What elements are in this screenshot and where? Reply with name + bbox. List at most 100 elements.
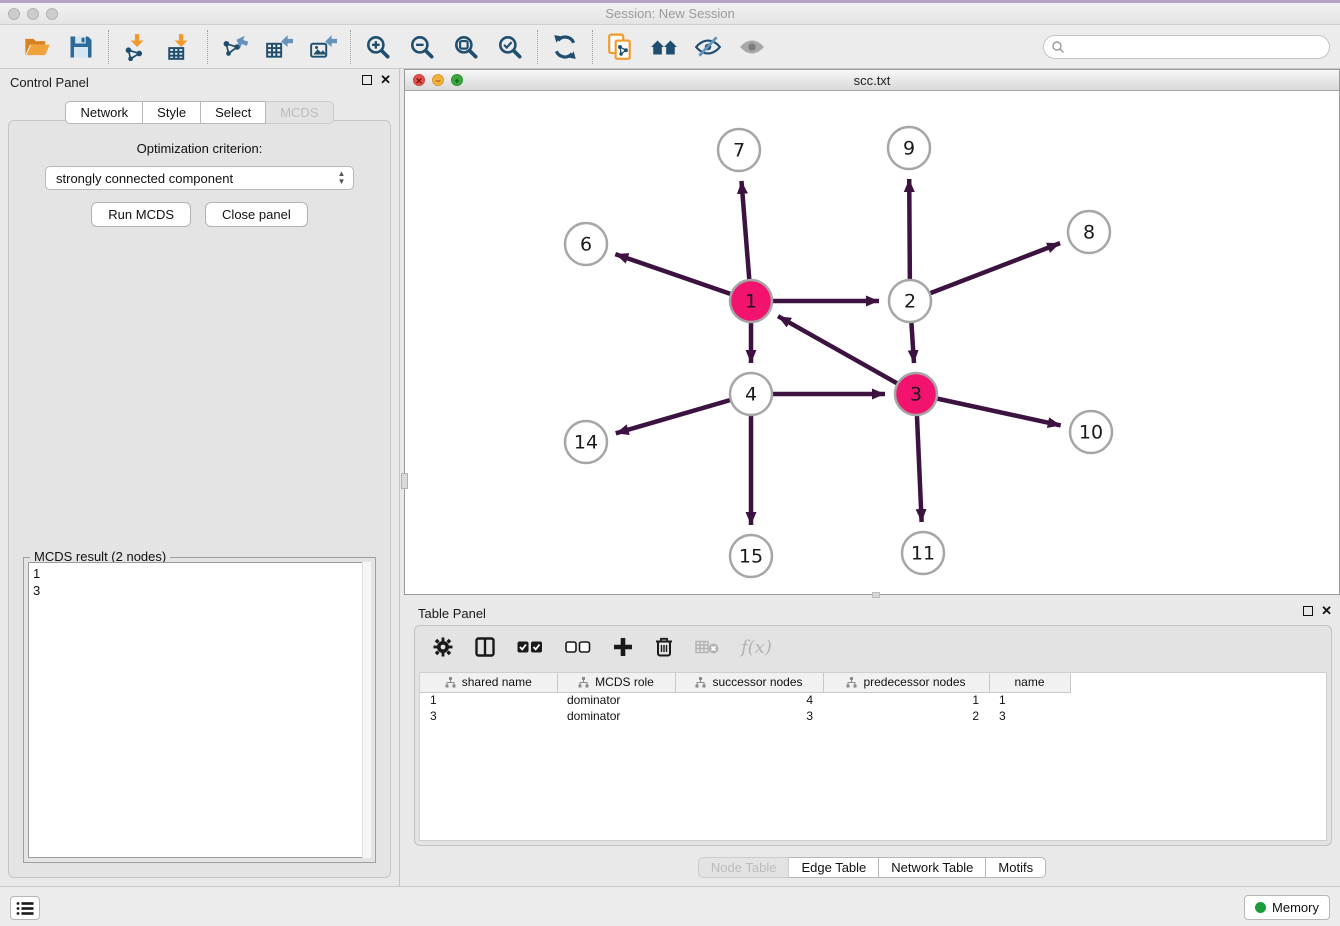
table-panel: Table Panel ✕ xyxy=(404,600,1340,886)
import-network-icon[interactable] xyxy=(121,32,151,62)
graph-node-label-7: 7 xyxy=(733,140,745,162)
memory-status-icon xyxy=(1255,902,1266,913)
table-type-tabs: Node Table Edge Table Network Table Moti… xyxy=(404,857,1340,878)
optimization-criterion-label: Optimization criterion: xyxy=(9,141,390,156)
network-view-frame: ✕ − + scc.txt 7 9 6 8 1 2 4 3 14 10 15 11 xyxy=(404,69,1340,595)
table-row[interactable]: 3 dominator 3 2 3 xyxy=(420,708,1070,724)
tab-network-table[interactable]: Network Table xyxy=(879,857,986,878)
window-title: Session: New Session xyxy=(0,6,1340,21)
open-file-icon[interactable] xyxy=(22,32,52,62)
graph-node-label-2: 2 xyxy=(904,291,916,313)
function-builder-icon-disabled: f(x) xyxy=(741,637,772,658)
tree-icon xyxy=(846,677,857,688)
graph-node-label-14: 14 xyxy=(574,432,598,454)
select-stepper-icon: ▲▼ xyxy=(335,170,348,187)
close-panel-icon[interactable]: ✕ xyxy=(380,75,391,85)
column-header-name[interactable]: name xyxy=(989,673,1070,692)
result-scrollbar[interactable] xyxy=(362,562,371,858)
delete-table-icon-disabled xyxy=(695,639,719,655)
close-table-panel-icon[interactable]: ✕ xyxy=(1321,606,1332,616)
memory-label: Memory xyxy=(1272,900,1319,915)
tab-select[interactable]: Select xyxy=(201,101,266,124)
graph-node-label-9: 9 xyxy=(903,138,915,160)
window-titlebar: Session: New Session xyxy=(0,3,1340,25)
control-panel: Control Panel ✕ Network Style Select MCD… xyxy=(0,69,400,886)
graph-node-label-4: 4 xyxy=(745,384,757,406)
mcds-result-text[interactable]: 1 3 xyxy=(28,562,371,858)
app-window: Session: New Session xyxy=(0,0,1340,926)
search-icon xyxy=(1051,40,1065,54)
save-session-icon[interactable] xyxy=(66,32,96,62)
graph-edge-3-1[interactable] xyxy=(778,316,916,394)
table-panel-header: Table Panel ✕ xyxy=(404,600,1340,626)
task-list-icon xyxy=(16,901,34,916)
network-canvas[interactable]: 7 9 6 8 1 2 4 3 14 10 15 11 xyxy=(405,92,1339,594)
zoom-selected-icon[interactable] xyxy=(495,32,525,62)
status-bar: Memory xyxy=(0,886,1340,926)
clone-network-icon[interactable] xyxy=(605,32,635,62)
tree-icon xyxy=(695,677,706,688)
select-all-columns-icon[interactable] xyxy=(517,640,543,654)
control-panel-tabs: Network Style Select MCDS xyxy=(0,101,399,124)
task-history-button[interactable] xyxy=(10,896,40,920)
export-network-icon[interactable] xyxy=(220,32,250,62)
table-settings-icon[interactable] xyxy=(433,637,453,657)
zoom-fit-icon[interactable] xyxy=(451,32,481,62)
zoom-out-icon[interactable] xyxy=(407,32,437,62)
network-view-titlebar[interactable]: ✕ − + scc.txt xyxy=(405,70,1339,91)
close-panel-button[interactable]: Close panel xyxy=(205,202,308,227)
horizontal-splitter-handle[interactable] xyxy=(872,592,880,598)
first-neighbors-icon[interactable] xyxy=(649,32,679,62)
float-table-panel-icon[interactable] xyxy=(1303,606,1313,616)
column-header-predecessor-nodes[interactable]: predecessor nodes xyxy=(823,673,989,692)
vertical-splitter-handle[interactable] xyxy=(401,473,408,489)
export-table-icon[interactable] xyxy=(264,32,294,62)
graph-node-label-10: 10 xyxy=(1079,422,1103,444)
graph-node-label-15: 15 xyxy=(739,546,763,568)
tab-mcds[interactable]: MCDS xyxy=(266,101,333,124)
tab-edge-table[interactable]: Edge Table xyxy=(789,857,879,878)
hide-selected-icon[interactable] xyxy=(693,32,723,62)
column-header-shared-name[interactable]: shared name xyxy=(420,673,557,692)
export-image-icon[interactable] xyxy=(308,32,338,62)
float-panel-icon[interactable] xyxy=(362,75,372,85)
network-graph[interactable]: 7 9 6 8 1 2 4 3 14 10 15 11 xyxy=(405,92,1339,595)
column-header-successor-nodes[interactable]: successor nodes xyxy=(675,673,823,692)
control-panel-title: Control Panel xyxy=(10,75,89,90)
mcds-result-group: MCDS result (2 nodes) 1 3 xyxy=(23,557,376,863)
table-panel-title: Table Panel xyxy=(418,606,486,621)
node-table[interactable]: shared name MCDS role successor nodes pr… xyxy=(419,672,1327,841)
create-column-icon[interactable] xyxy=(613,637,633,657)
tab-network[interactable]: Network xyxy=(65,101,143,124)
criterion-select[interactable]: strongly connected component ▲▼ xyxy=(45,166,354,190)
column-header-mcds-role[interactable]: MCDS role xyxy=(557,673,675,692)
tree-icon xyxy=(445,677,456,688)
show-column-panel-icon[interactable] xyxy=(475,637,495,657)
graph-node-label-8: 8 xyxy=(1083,222,1095,244)
table-toolbar: f(x) xyxy=(415,626,1331,668)
tab-node-table[interactable]: Node Table xyxy=(698,857,790,878)
run-mcds-button[interactable]: Run MCDS xyxy=(91,202,191,227)
delete-column-icon[interactable] xyxy=(655,637,673,657)
graph-node-label-3: 3 xyxy=(910,384,922,406)
tab-motifs[interactable]: Motifs xyxy=(986,857,1046,878)
tab-style[interactable]: Style xyxy=(143,101,201,124)
graph-node-label-11: 11 xyxy=(911,543,935,565)
deselect-all-columns-icon[interactable] xyxy=(565,640,591,654)
criterion-value: strongly connected component xyxy=(56,171,233,186)
graph-node-label-6: 6 xyxy=(580,234,592,256)
graph-node-label-1: 1 xyxy=(745,291,757,313)
apply-layout-icon[interactable] xyxy=(550,32,580,62)
show-all-icon[interactable] xyxy=(737,32,767,62)
zoom-in-icon[interactable] xyxy=(363,32,393,62)
import-table-icon[interactable] xyxy=(165,32,195,62)
control-panel-header: Control Panel ✕ xyxy=(0,69,399,95)
search-input[interactable] xyxy=(1065,37,1329,57)
search-field[interactable] xyxy=(1043,35,1330,59)
mcds-panel: Optimization criterion: strongly connect… xyxy=(8,120,391,878)
table-row[interactable]: 1 dominator 4 1 1 xyxy=(420,692,1070,708)
tree-icon xyxy=(578,677,589,688)
graph-edge-2-8[interactable] xyxy=(910,243,1060,301)
table-header-row[interactable]: shared name MCDS role successor nodes pr… xyxy=(420,673,1070,692)
memory-button[interactable]: Memory xyxy=(1244,895,1330,920)
